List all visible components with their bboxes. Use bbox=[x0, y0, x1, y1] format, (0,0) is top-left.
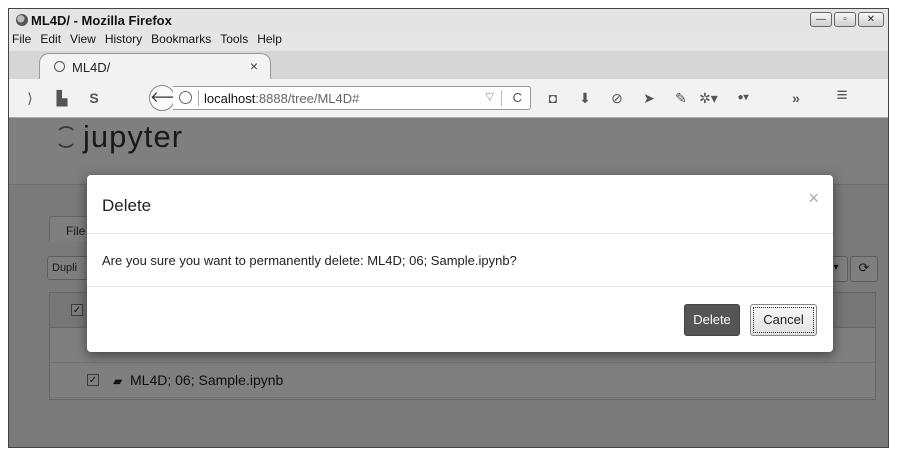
divider bbox=[87, 286, 833, 287]
divider bbox=[87, 233, 833, 234]
hamburger-menu-icon[interactable]: ≡ bbox=[833, 86, 851, 105]
minimize-button[interactable]: — bbox=[810, 12, 832, 27]
close-icon[interactable]: × bbox=[808, 189, 819, 207]
send-icon[interactable]: ➤ bbox=[640, 89, 658, 107]
url-bar[interactable]: localhost:8888/tree/ML4D# ▽ C bbox=[173, 86, 531, 110]
menu-view[interactable]: View bbox=[70, 31, 96, 49]
menu-bookmarks[interactable]: Bookmarks bbox=[151, 31, 211, 49]
tab-close-icon[interactable]: × bbox=[250, 58, 258, 74]
tab-ml4d[interactable]: ML4D/ × bbox=[39, 53, 271, 79]
url-text: localhost:8888/tree/ML4D# bbox=[204, 91, 359, 106]
globe-icon bbox=[179, 91, 192, 104]
firefox-logo-icon bbox=[16, 14, 28, 26]
maximize-button[interactable]: ▫ bbox=[834, 12, 856, 27]
title-bar: ML4D/ - Mozilla Firefox — ▫ ✕ bbox=[9, 9, 888, 31]
close-window-button[interactable]: ✕ bbox=[858, 12, 884, 27]
url-divider-2 bbox=[501, 90, 502, 106]
menu-help[interactable]: Help bbox=[257, 31, 282, 49]
download-icon[interactable]: ⬇ bbox=[576, 89, 594, 107]
loading-icon bbox=[54, 61, 65, 72]
url-host: localhost bbox=[204, 91, 256, 106]
menu-history[interactable]: History bbox=[105, 31, 142, 49]
dialog-message: Are you sure you want to permanently del… bbox=[102, 253, 517, 268]
cancel-button[interactable]: Cancel bbox=[750, 304, 817, 336]
menu-file[interactable]: File bbox=[12, 31, 31, 49]
menu-bar: File Edit View History Bookmarks Tools H… bbox=[12, 31, 282, 49]
rss-icon[interactable]: ⟩ bbox=[21, 89, 39, 107]
print-icon[interactable]: ▙ bbox=[53, 89, 71, 107]
block-icon[interactable]: ⊘ bbox=[608, 89, 626, 107]
url-divider bbox=[198, 90, 199, 106]
delete-button[interactable]: Delete bbox=[684, 304, 740, 336]
tab-strip: ML4D/ × bbox=[9, 51, 888, 79]
dialog-title: Delete bbox=[102, 196, 152, 215]
gear-icon[interactable]: ✲▾ bbox=[699, 89, 718, 107]
window-title: ML4D/ - Mozilla Firefox bbox=[31, 13, 172, 28]
tab-label: ML4D/ bbox=[72, 60, 111, 75]
url-path: :8888/tree/ML4D# bbox=[255, 91, 360, 106]
url-dropdown-icon[interactable]: ▽ bbox=[486, 90, 494, 103]
skype-icon[interactable]: S bbox=[85, 89, 103, 107]
pocket-icon[interactable]: ◘ bbox=[544, 89, 562, 107]
browser-window: ML4D/ - Mozilla Firefox — ▫ ✕ File Edit … bbox=[8, 8, 889, 448]
feather-icon[interactable]: ✎ bbox=[672, 89, 690, 107]
reload-icon[interactable]: C bbox=[513, 90, 522, 105]
navigation-toolbar: ⟩ ▙ S 🡐 localhost:8888/tree/ML4D# ▽ C ◘ … bbox=[9, 79, 888, 118]
delete-dialog: Delete × Are you sure you want to perman… bbox=[87, 175, 833, 352]
abp-icon[interactable]: ●▾ bbox=[734, 89, 752, 107]
back-button[interactable]: 🡐 bbox=[149, 85, 190, 111]
menu-tools[interactable]: Tools bbox=[220, 31, 248, 49]
overflow-icon[interactable]: » bbox=[787, 89, 805, 107]
menu-edit[interactable]: Edit bbox=[40, 31, 61, 49]
